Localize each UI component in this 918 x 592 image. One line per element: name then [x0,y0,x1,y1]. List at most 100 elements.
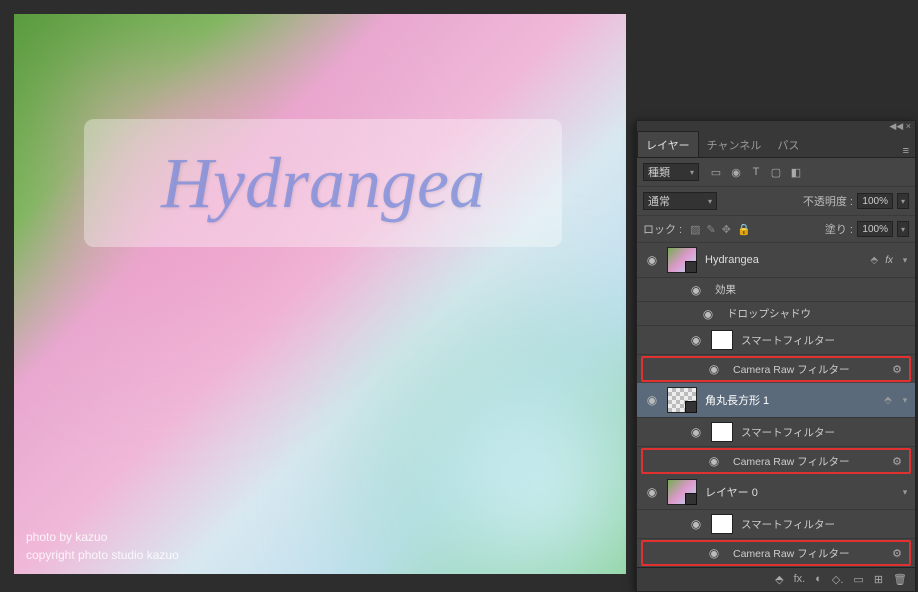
highlighted-filter: ◉ Camera Raw フィルター ⚙ [641,356,911,382]
layers-panel: ◀◀ × レイヤー チャンネル パス ≡ 種類 ▭ ◉ T ▢ ◧ 通常 不透明… [636,120,916,592]
visibility-toggle[interactable]: ◉ [641,253,663,267]
layer-row-rounded-rect[interactable]: ◉ 角丸長方形 1 ⬘ ▾ [637,383,915,418]
link-icon[interactable]: ⬘ [867,255,881,266]
blend-row: 通常 不透明度 : 100% ▾ [637,187,915,216]
layer-thumbnail[interactable] [667,247,697,273]
chevron-down-icon[interactable]: ▾ [899,255,911,266]
filter-smart-icon[interactable]: ◧ [789,165,803,179]
tab-layers[interactable]: レイヤー [637,131,699,157]
opacity-label: 不透明度 : [803,193,853,209]
lock-paint-icon[interactable]: ✎ [707,223,716,236]
layer-thumbnail[interactable] [667,387,697,413]
filter-name[interactable]: Camera Raw フィルター [729,454,885,469]
panel-collapse-bar[interactable]: ◀◀ × [637,121,915,131]
layer-row-background[interactable]: ◉ レイヤー 0 ▾ [637,475,915,510]
rounded-rect-shape: Hydrangea [84,119,562,247]
link-icon[interactable]: ⬘ [881,395,895,406]
panel-footer: ⬘ fx. ◐ ◇. ▭ ⊞ 🗑 [637,567,915,591]
visibility-toggle[interactable]: ◉ [685,425,707,439]
filter-settings-icon[interactable]: ⚙ [889,455,905,468]
layer-name[interactable]: Hydrangea [701,254,863,266]
lock-row: ロック : ▨ ✎ ✥ 🔒 塗り : 100% ▾ [637,216,915,243]
visibility-toggle[interactable]: ◉ [641,485,663,499]
filter-kind-label: 種類 [648,164,670,180]
blend-mode-select[interactable]: 通常 [643,192,717,210]
layer-name[interactable]: 角丸長方形 1 [701,392,877,408]
effects-label: 効果 [711,282,911,297]
filter-icons: ▭ ◉ T ▢ ◧ [709,165,803,179]
panel-tabs: レイヤー チャンネル パス ≡ [637,131,915,158]
effect-name[interactable]: ドロップシャドウ [723,306,911,321]
fill-dropdown-icon[interactable]: ▾ [897,221,909,237]
smart-filters-label: スマートフィルター [737,517,911,532]
layers-list: ◉ Hydrangea ⬘ fx ▾ ◉ 効果 ◉ ドロップシャドウ ◉ [637,243,915,566]
visibility-toggle[interactable]: ◉ [641,393,663,407]
blend-mode-value: 通常 [648,193,670,209]
visibility-toggle[interactable]: ◉ [703,546,725,560]
link-layers-icon[interactable]: ⬘ [775,573,783,586]
visibility-toggle[interactable]: ◉ [685,283,707,297]
smart-filters-row[interactable]: ◉ スマートフィルター [637,418,915,447]
filter-shape-icon[interactable]: ▢ [769,165,783,179]
add-fx-icon[interactable]: fx. [794,573,806,586]
lock-icons: ▨ ✎ ✥ 🔒 [690,223,751,236]
layer-group: ◉ Hydrangea ⬘ fx ▾ ◉ 効果 ◉ ドロップシャドウ ◉ [637,243,915,382]
layer-name[interactable]: レイヤー 0 [701,484,895,500]
effects-row[interactable]: ◉ 効果 [637,278,915,302]
highlighted-filter: ◉ Camera Raw フィルター ⚙ [641,448,911,474]
photo-credit: photo by kazuo copyright photo studio ka… [26,528,179,564]
smart-filter-item[interactable]: ◉ Camera Raw フィルター ⚙ [643,358,909,380]
layer-row-hydrangea[interactable]: ◉ Hydrangea ⬘ fx ▾ [637,243,915,278]
visibility-toggle[interactable]: ◉ [685,333,707,347]
filter-settings-icon[interactable]: ⚙ [889,547,905,560]
delete-layer-icon[interactable]: 🗑 [893,573,907,586]
layer-filter-row: 種類 ▭ ◉ T ▢ ◧ [637,158,915,187]
fx-badge[interactable]: fx [885,255,893,266]
tab-paths[interactable]: パス [769,132,807,157]
visibility-toggle[interactable]: ◉ [685,517,707,531]
document-canvas[interactable]: Hydrangea photo by kazuo copyright photo… [14,14,626,574]
collapse-icon[interactable]: ◀◀ × [889,121,911,132]
chevron-down-icon[interactable]: ▾ [899,487,911,498]
filter-mask-thumbnail[interactable] [711,330,733,350]
filter-name[interactable]: Camera Raw フィルター [729,362,885,377]
filter-settings-icon[interactable]: ⚙ [889,363,905,376]
filter-kind-select[interactable]: 種類 [643,163,699,181]
smart-filters-row[interactable]: ◉ スマートフィルター [637,326,915,355]
layer-group: ◉ 角丸長方形 1 ⬘ ▾ ◉ スマートフィルター ◉ Camera Raw フ… [637,383,915,474]
smart-filters-label: スマートフィルター [737,425,911,440]
add-adjustment-icon[interactable]: ◇. [832,573,844,586]
filter-adjust-icon[interactable]: ◉ [729,165,743,179]
filter-mask-thumbnail[interactable] [711,514,733,534]
layer-thumbnail[interactable] [667,479,697,505]
filter-mask-thumbnail[interactable] [711,422,733,442]
visibility-toggle[interactable]: ◉ [703,454,725,468]
title-text: Hydrangea [161,142,485,225]
credit-line-2: copyright photo studio kazuo [26,546,179,564]
opacity-dropdown-icon[interactable]: ▾ [897,193,909,209]
smart-filter-item[interactable]: ◉ Camera Raw フィルター ⚙ [643,450,909,472]
smart-filters-label: スマートフィルター [737,333,911,348]
tab-channels[interactable]: チャンネル [699,132,770,157]
effect-item-row[interactable]: ◉ ドロップシャドウ [637,302,915,326]
smart-filter-item[interactable]: ◉ Camera Raw フィルター ⚙ [643,542,909,564]
panel-menu-icon[interactable]: ≡ [897,145,915,157]
fill-value[interactable]: 100% [857,221,893,237]
credit-line-1: photo by kazuo [26,528,179,546]
visibility-toggle[interactable]: ◉ [697,307,719,321]
smart-filters-row[interactable]: ◉ スマートフィルター [637,510,915,539]
filter-type-icon[interactable]: T [749,165,763,179]
filter-pixel-icon[interactable]: ▭ [709,165,723,179]
opacity-value[interactable]: 100% [857,193,893,209]
visibility-toggle[interactable]: ◉ [703,362,725,376]
new-group-icon[interactable]: ▭ [853,573,863,586]
filter-name[interactable]: Camera Raw フィルター [729,546,885,561]
lock-label: ロック : [643,221,682,237]
lock-position-icon[interactable]: ✥ [722,223,731,236]
add-mask-icon[interactable]: ◐ [815,573,822,586]
lock-all-icon[interactable]: 🔒 [737,223,751,236]
lock-transparent-icon[interactable]: ▨ [690,223,700,236]
new-layer-icon[interactable]: ⊞ [874,573,883,586]
highlighted-filter: ◉ Camera Raw フィルター ⚙ [641,540,911,566]
chevron-down-icon[interactable]: ▾ [899,395,911,406]
